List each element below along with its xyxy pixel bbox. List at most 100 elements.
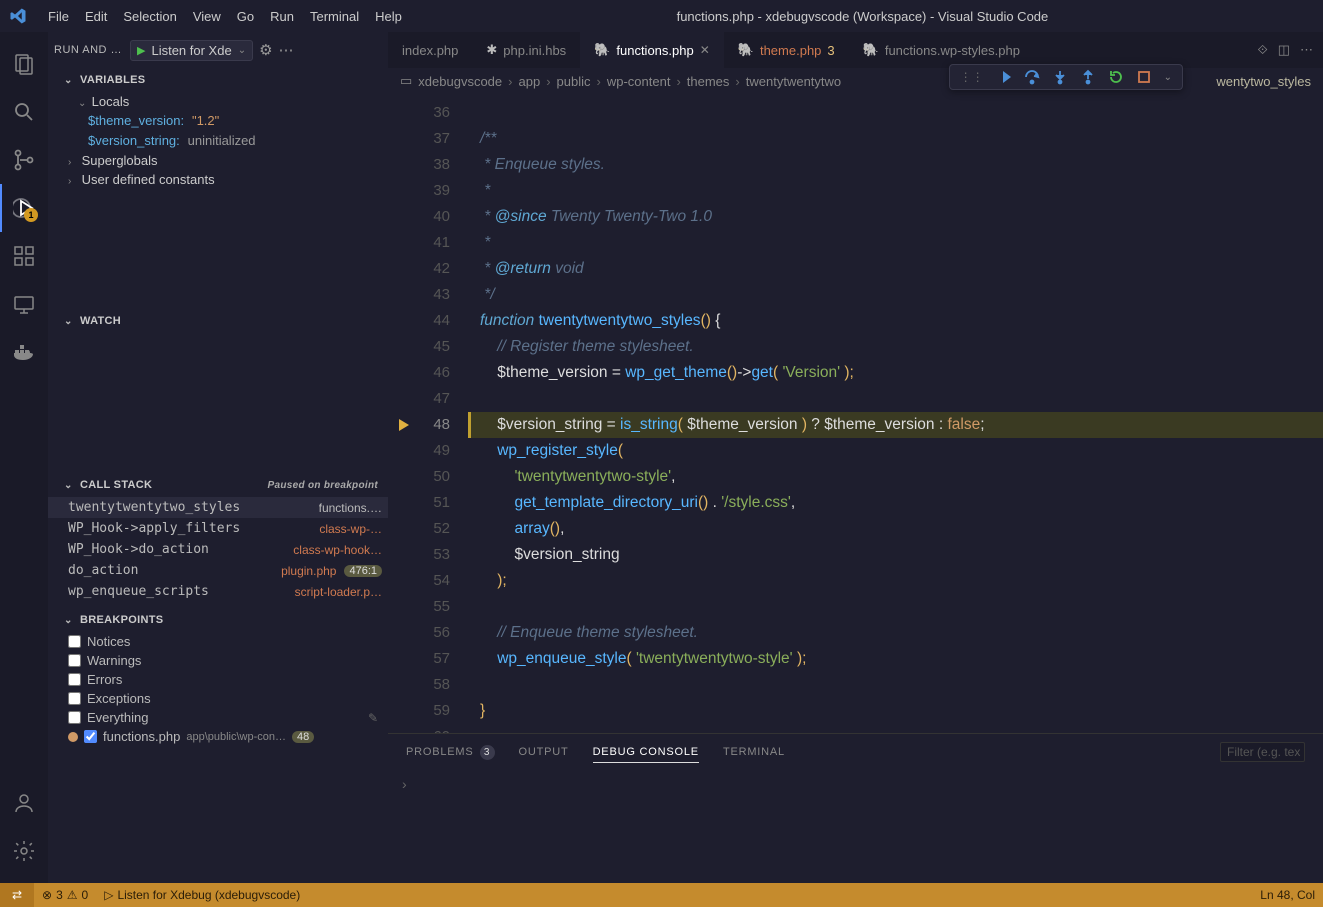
watch-header[interactable]: ⌄ WATCH (48, 309, 388, 333)
step-over-button[interactable] (1024, 69, 1040, 85)
php-icon: 🐘 (594, 42, 610, 58)
panel-problems[interactable]: PROBLEMS3 (406, 741, 495, 764)
activity-settings-icon[interactable] (0, 827, 48, 875)
menu-file[interactable]: File (40, 5, 77, 28)
problems-status[interactable]: ⊗3 ⚠0 (34, 883, 96, 907)
php-icon: 🐘 (738, 42, 754, 58)
callstack-row[interactable]: wp_enqueue_scriptsscript-loader.p… (48, 581, 388, 602)
chevron-right-icon[interactable]: › (402, 776, 407, 792)
bp-everything[interactable]: Everything✎ (48, 708, 388, 727)
debug-status[interactable]: ▷Listen for Xdebug (xdebugvscode) (96, 883, 308, 907)
grip-icon[interactable]: ⋮⋮ (960, 70, 984, 84)
bp-checkbox[interactable] (68, 635, 81, 648)
bp-file[interactable]: functions.phpapp\public\wp-con…48 (48, 727, 388, 746)
callstack-header[interactable]: ⌄CALL STACKPaused on breakpoint (48, 473, 388, 497)
tab-functions-php[interactable]: 🐘functions.php✕ (580, 32, 724, 68)
bp-exceptions[interactable]: Exceptions (48, 689, 388, 708)
panel-debug-console[interactable]: DEBUG CONSOLE (593, 742, 699, 763)
variables-label: VARIABLES (80, 74, 145, 86)
bp-checkbox[interactable] (68, 711, 81, 724)
editor-tabs: index.php ✱php.ini.hbs 🐘functions.php✕ 🐘… (388, 32, 1323, 68)
gear-icon[interactable]: ⚙ (259, 41, 272, 59)
close-icon[interactable]: ✕ (700, 43, 710, 57)
split-editor-icon[interactable]: ◫ (1278, 42, 1290, 58)
more-actions-icon[interactable]: ⋯ (1300, 42, 1313, 58)
activity-run-debug-icon[interactable]: 1 (0, 184, 48, 232)
activity-account-icon[interactable] (0, 779, 48, 827)
bp-checkbox[interactable] (68, 673, 81, 686)
run-config-select[interactable]: ▶ Listen for Xde ⌄ (130, 40, 253, 61)
watch-label: WATCH (80, 315, 121, 327)
menu-help[interactable]: Help (367, 5, 410, 28)
remote-button[interactable]: ⇄ (0, 883, 34, 907)
bp-checkbox[interactable] (68, 692, 81, 705)
chevron-down-icon: ⌄ (64, 480, 74, 491)
pencil-icon[interactable]: ✎ (368, 711, 378, 725)
activity-bar: 1 (0, 32, 48, 883)
bp-checkbox[interactable] (84, 730, 97, 743)
line-gutter: 3637383940414243444546474849505152535455… (388, 94, 468, 733)
chevron-down-icon: ⌄ (64, 316, 74, 327)
userconst-group[interactable]: › User defined constants (58, 170, 388, 189)
folder-icon: ▭ (400, 73, 412, 89)
chevron-down-icon: ⌄ (64, 75, 74, 86)
step-out-button[interactable] (1080, 69, 1096, 85)
menu-terminal[interactable]: Terminal (302, 5, 367, 28)
current-line-pointer-icon (396, 416, 412, 432)
menu-view[interactable]: View (185, 5, 229, 28)
superglobals-group[interactable]: › Superglobals (58, 151, 388, 170)
debug-sidebar: RUN AND … ▶ Listen for Xde ⌄ ⚙ ⋯ ⌄ VARIAB… (48, 32, 388, 883)
chevron-down-icon[interactable]: ⌄ (1164, 72, 1172, 83)
callstack-row[interactable]: WP_Hook->do_actionclass-wp-hook… (48, 539, 388, 560)
activity-source-control-icon[interactable] (0, 136, 48, 184)
cursor-position[interactable]: Ln 48, Col (1252, 883, 1323, 907)
bp-warnings[interactable]: Warnings (48, 651, 388, 670)
activity-docker-icon[interactable] (0, 328, 48, 376)
breakpoints-header[interactable]: ⌄ BREAKPOINTS (48, 608, 388, 632)
menu-run[interactable]: Run (262, 5, 302, 28)
bp-checkbox[interactable] (68, 654, 81, 667)
var-theme-version[interactable]: $theme_version: "1.2" (58, 111, 388, 131)
locals-group[interactable]: ⌄ Locals (58, 92, 388, 111)
panel-output[interactable]: OUTPUT (519, 742, 569, 762)
menu-edit[interactable]: Edit (77, 5, 115, 28)
run-title: RUN AND … (54, 44, 124, 56)
panel: PROBLEMS3 OUTPUT DEBUG CONSOLE TERMINAL … (388, 733, 1323, 883)
menu-selection[interactable]: Selection (115, 5, 184, 28)
more-icon[interactable]: ⋯ (279, 41, 294, 59)
tab-theme-php[interactable]: 🐘theme.php 3 (724, 32, 849, 68)
run-config-label: Listen for Xde (151, 43, 231, 58)
bp-errors[interactable]: Errors (48, 670, 388, 689)
callstack-row[interactable]: WP_Hook->apply_filtersclass-wp-… (48, 518, 388, 539)
activity-remote-explorer-icon[interactable] (0, 280, 48, 328)
callstack-row[interactable]: twentytwentytwo_stylesfunctions.… (48, 497, 388, 518)
var-version-string[interactable]: $version_string: uninitialized (58, 131, 388, 151)
code-editor[interactable]: 3637383940414243444546474849505152535455… (388, 94, 1323, 733)
step-into-button[interactable] (1052, 69, 1068, 85)
tab-index-php[interactable]: index.php (388, 32, 472, 68)
activity-explorer-icon[interactable] (0, 40, 48, 88)
debug-badge: 1 (24, 208, 38, 222)
variables-header[interactable]: ⌄ VARIABLES (48, 68, 388, 92)
debug-toolbar[interactable]: ⋮⋮ ⌄ (949, 64, 1183, 90)
continue-button[interactable] (996, 69, 1012, 85)
bp-notices[interactable]: Notices (48, 632, 388, 651)
code-content[interactable]: /** * Enqueue styles. * * @since Twenty … (468, 94, 1323, 733)
chevron-down-icon: ⌄ (64, 615, 74, 626)
activity-search-icon[interactable] (0, 88, 48, 136)
filter-input[interactable]: Filter (e.g. tex (1220, 742, 1305, 762)
restart-button[interactable] (1108, 69, 1124, 85)
debug-spawn-icon[interactable]: ⟐ (1257, 42, 1267, 58)
callstack-label: CALL STACK (80, 479, 152, 491)
php-icon: 🐘 (863, 42, 879, 58)
tab-wp-styles-php[interactable]: 🐘functions.wp-styles.php (849, 32, 1034, 68)
callstack-row[interactable]: do_actionplugin.php476:1 (48, 560, 388, 581)
locals-label: Locals (92, 94, 130, 109)
panel-terminal[interactable]: TERMINAL (723, 742, 785, 762)
breakpoints-label: BREAKPOINTS (80, 614, 163, 626)
menu-go[interactable]: Go (229, 5, 262, 28)
tab-php-ini[interactable]: ✱php.ini.hbs (472, 32, 580, 68)
stop-button[interactable] (1136, 69, 1152, 85)
activity-extensions-icon[interactable] (0, 232, 48, 280)
run-config-header: RUN AND … ▶ Listen for Xde ⌄ ⚙ ⋯ (48, 32, 388, 68)
